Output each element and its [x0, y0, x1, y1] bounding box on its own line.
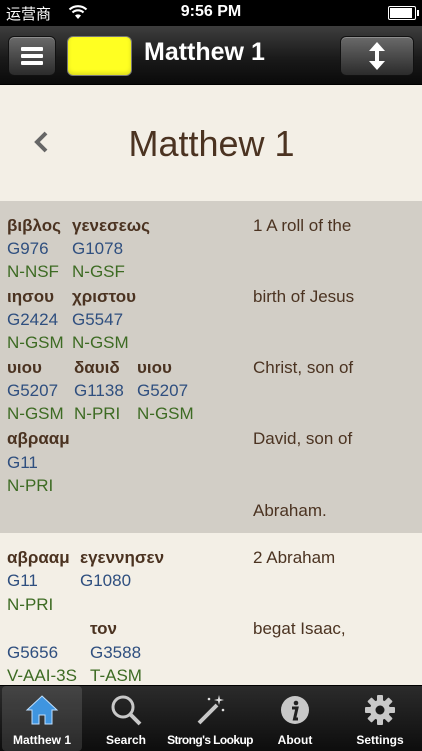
- greek-word[interactable]: εγεννησεν: [80, 548, 164, 568]
- greek-word[interactable]: ιησου: [7, 287, 54, 307]
- strongs-number[interactable]: G11: [7, 571, 38, 591]
- parsing-code: N-PRI: [7, 595, 54, 614]
- magic-wand-icon: [197, 695, 225, 725]
- strongs-number[interactable]: G976: [7, 239, 49, 259]
- verse-1[interactable]: βιβλος γενεσεως G976 G1078 N-NSF N-GSF ι…: [0, 201, 422, 533]
- tab-chapter[interactable]: Matthew 1: [2, 686, 82, 751]
- parsing-code: N-GSM: [137, 404, 194, 423]
- reorder-button[interactable]: [340, 36, 414, 76]
- gear-icon: [365, 695, 395, 725]
- greek-word[interactable]: χριστου: [72, 287, 136, 307]
- parsing-code: V-AAI-3S: [7, 666, 77, 685]
- parsing-code: N-GSF: [72, 262, 125, 281]
- strongs-number[interactable]: G11: [7, 453, 38, 473]
- strongs-number[interactable]: G5207: [137, 381, 188, 401]
- status-bar: 运营商 9:56 PM: [0, 0, 422, 26]
- english-text: 2 Abraham: [253, 548, 336, 567]
- up-down-arrow-icon: [369, 42, 385, 70]
- search-icon: [111, 695, 142, 726]
- strongs-number[interactable]: G5656: [7, 643, 58, 663]
- parsing-code: N-PRI: [74, 404, 121, 423]
- greek-word[interactable]: αβρααμ: [7, 429, 70, 449]
- tab-label: Matthew 1: [12, 733, 71, 747]
- tab-search[interactable]: Search: [86, 686, 166, 751]
- battery-icon: [388, 6, 419, 20]
- greek-word[interactable]: βιβλος: [7, 216, 61, 236]
- english-text: begat Isaac,: [253, 619, 346, 638]
- tab-label: About: [277, 733, 313, 747]
- greek-word[interactable]: τον: [90, 619, 117, 639]
- toolbar-title: Matthew 1: [144, 38, 265, 66]
- parsing-code: N-GSM: [7, 404, 64, 423]
- chapter-title: Matthew 1: [128, 123, 295, 164]
- english-text: 1 A roll of the: [253, 216, 352, 235]
- tab-label: Search: [105, 733, 147, 747]
- tab-bar: Matthew 1 Search Strong's Lookup About S…: [0, 685, 422, 751]
- strongs-number[interactable]: G1138: [74, 381, 124, 401]
- greek-word[interactable]: αβρααμ: [7, 548, 70, 568]
- chapter-header: Matthew 1: [0, 85, 422, 201]
- parsing-code: N-NSF: [7, 262, 59, 281]
- tab-label: Settings: [356, 733, 404, 747]
- verse-2[interactable]: αβρααμ εγεννησεν G11 G1080 N-PRI τον G56…: [0, 533, 422, 685]
- status-time: 9:56 PM: [180, 3, 242, 20]
- parsing-code: N-GSM: [7, 333, 64, 352]
- tab-about[interactable]: About: [255, 686, 335, 751]
- english-text: Christ, son of: [253, 358, 354, 377]
- strongs-number[interactable]: G1078: [72, 239, 123, 259]
- english-text: birth of Jesus: [253, 287, 355, 306]
- parsing-code: T-ASM: [90, 666, 142, 685]
- greek-word[interactable]: υιου: [7, 358, 42, 378]
- greek-word[interactable]: γενεσεως: [72, 216, 150, 236]
- strongs-number[interactable]: G1080: [80, 571, 131, 591]
- greek-word[interactable]: δαυιδ: [74, 358, 120, 378]
- english-text: Abraham.: [253, 501, 327, 520]
- highlight-color-button[interactable]: [67, 36, 132, 76]
- parsing-code: N-PRI: [7, 476, 54, 495]
- strongs-number[interactable]: G2424: [7, 310, 58, 330]
- tab-label: Strong's Lookup: [167, 733, 253, 747]
- greek-word[interactable]: υιου: [137, 358, 172, 378]
- toolbar: Matthew 1: [0, 26, 422, 85]
- strongs-number[interactable]: G3588: [90, 643, 141, 663]
- home-icon: [25, 695, 59, 725]
- strongs-number[interactable]: G5207: [7, 381, 58, 401]
- info-icon: [281, 696, 309, 724]
- tab-strongs-lookup[interactable]: Strong's Lookup: [166, 686, 254, 751]
- english-text: David, son of: [253, 429, 353, 448]
- tab-settings[interactable]: Settings: [340, 686, 420, 751]
- strongs-number[interactable]: G5547: [72, 310, 123, 330]
- menu-button[interactable]: [8, 36, 56, 76]
- parsing-code: N-GSM: [72, 333, 129, 352]
